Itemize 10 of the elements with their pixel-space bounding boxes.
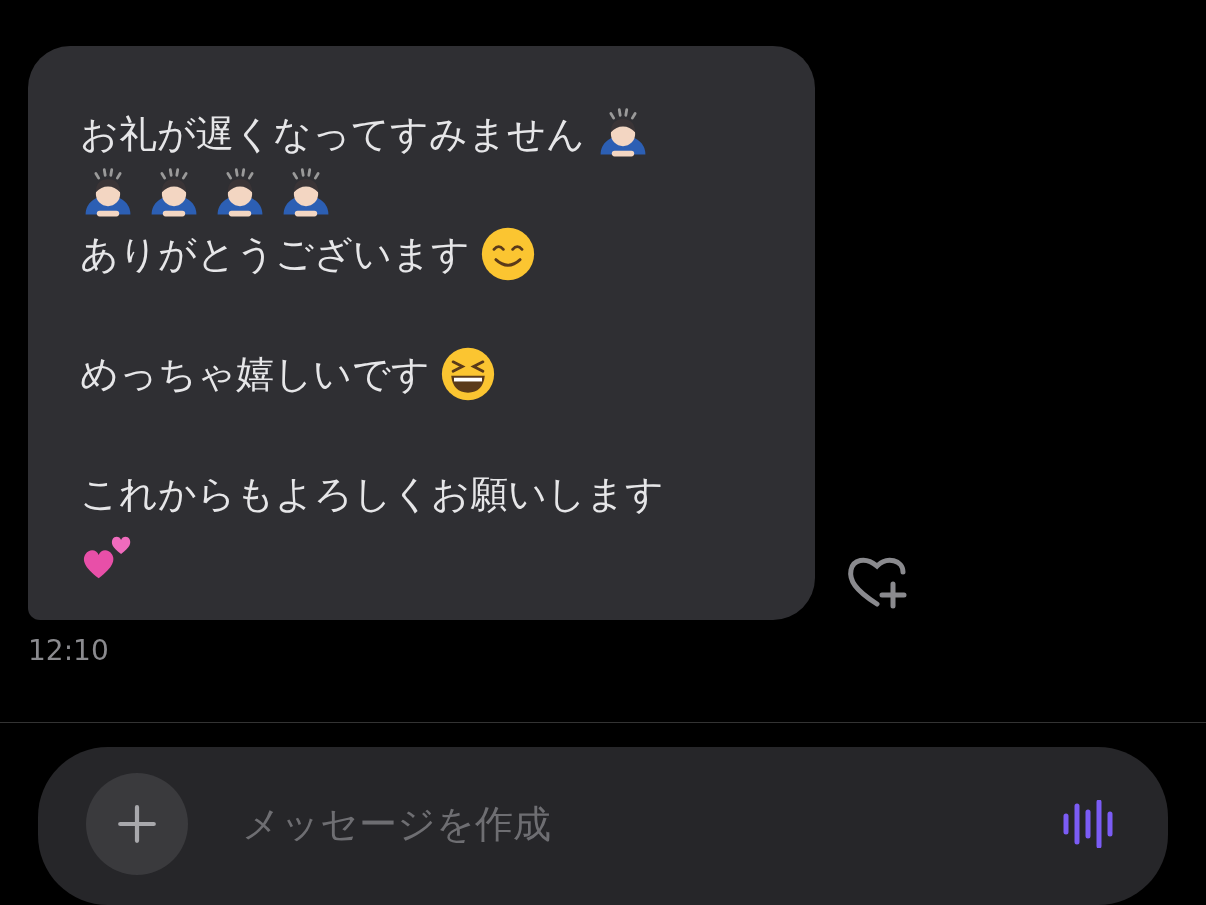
message-text: ありがとうございます [80, 231, 470, 278]
message-text: これからもよろしくお願いします [80, 471, 664, 518]
message-text: お礼が遅くなってすみません [80, 111, 585, 158]
laughing-face-icon [440, 346, 496, 402]
message-text: めっちゃ嬉しいです [80, 351, 430, 398]
plus-icon [116, 802, 158, 845]
message-composer[interactable]: メッセージを作成 [38, 746, 1168, 905]
smiling-face-icon [480, 226, 536, 282]
message-input[interactable]: メッセージを作成 [242, 772, 1008, 875]
message-time: 12:10 [28, 634, 110, 667]
